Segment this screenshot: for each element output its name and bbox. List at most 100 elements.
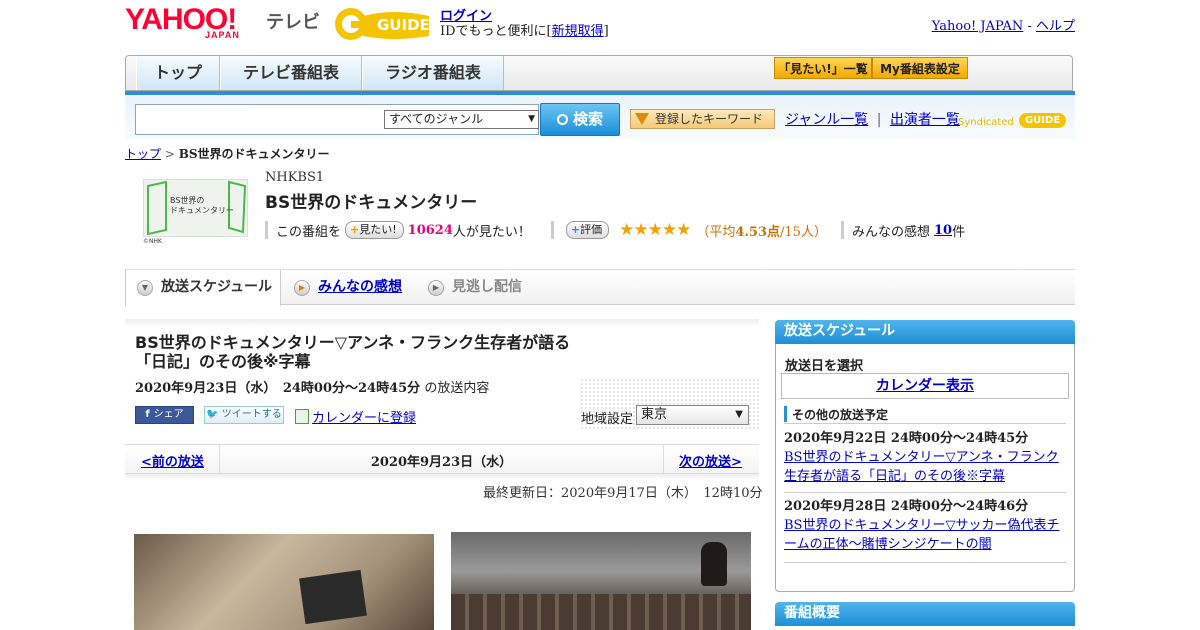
- search-icon: [556, 114, 568, 125]
- cast-list-link[interactable]: 出演者一覧: [890, 112, 960, 128]
- episode-photo-memorial: [451, 532, 751, 630]
- registered-keyword-button[interactable]: 登録したキーワード: [630, 109, 775, 129]
- genre-list-link[interactable]: ジャンル一覧: [785, 112, 868, 128]
- calendar-plus-icon: [295, 409, 309, 424]
- search-links-divider: |: [876, 112, 882, 128]
- yahoo-japan-sublogo: JAPAN: [205, 30, 240, 40]
- rating-count: /15人）: [780, 224, 827, 240]
- broadcast-navigator: <前の放送 2020年9月23日（水） 次の放送>: [125, 444, 759, 474]
- previous-broadcast-link[interactable]: <前の放送: [141, 451, 204, 470]
- airtime-suffix: の放送内容: [424, 381, 490, 396]
- current-broadcast-date: 2020年9月23日（水）: [370, 455, 513, 470]
- chevron-down-icon: ▼: [137, 280, 153, 296]
- breadcrumb-top-link[interactable]: トップ: [125, 147, 161, 161]
- calendar-display-button[interactable]: カレンダー表示: [781, 373, 1069, 399]
- id-prefix-text: IDでもっと便利に[: [440, 24, 552, 39]
- play-icon: ▶: [294, 280, 310, 296]
- impressions-suffix: 件: [952, 224, 966, 240]
- next-broadcast-link[interactable]: 次の放送>: [679, 451, 742, 470]
- impressions-prefix: みんなの感想: [851, 224, 930, 240]
- schedule-panel-header: 放送スケジュール: [775, 320, 1075, 344]
- signup-link[interactable]: 新規取得: [552, 24, 604, 39]
- region-select-value: 東京: [641, 407, 668, 422]
- mitai-prefix: この番組を: [276, 224, 342, 240]
- airtime-value: 2020年9月23日（水） 24時00分～24時45分: [135, 381, 421, 396]
- program-tabs: ▼ 放送スケジュール ▶ みんなの感想 ▶ 見逃し配信: [125, 269, 1075, 306]
- syndicated-text: Syndicated: [958, 117, 1014, 128]
- syndicated-gguide-badge: Syndicated GUIDE: [958, 113, 1067, 128]
- mitai-button[interactable]: +見たい!: [345, 221, 404, 239]
- link-dash: -: [1023, 19, 1036, 34]
- photo-strip-icon: [299, 569, 367, 625]
- thumbnail-credit: ©NHK: [143, 238, 162, 245]
- keyword-button-label: 登録したキーワード: [655, 112, 764, 126]
- tab-missed[interactable]: ▶ 見逃し配信: [417, 270, 547, 305]
- calendar-register-link: カレンダーに登録: [312, 411, 417, 426]
- episode-title-line1: BS世界のドキュメンタリー▽アンネ・フランク生存者が語る: [135, 333, 571, 352]
- id-suffix-text: ]: [603, 24, 609, 39]
- tab-missed-label: 見逃し配信: [452, 279, 522, 295]
- channel-name: NHKBS1: [265, 170, 325, 185]
- rating-button[interactable]: +評価: [565, 221, 610, 239]
- episode-airtime: 2020年9月23日（水） 24時00分～24時45分 の放送内容: [135, 377, 489, 396]
- triangle-down-icon: [635, 113, 649, 125]
- episode-title-line2: 「日記」のその後※字幕: [135, 352, 311, 371]
- tweet-label: ツイートする: [221, 409, 282, 420]
- mitai-list-button[interactable]: 「見たい!」一覧: [774, 57, 872, 79]
- region-select[interactable]: 東京 ▼: [636, 405, 749, 425]
- program-thumbnail: BS世界の ドキュメンタリー: [143, 179, 248, 237]
- mitai-suffix: 人が見たい！: [452, 224, 531, 240]
- schedule-item-datetime: 2020年9月28日 24時00分～24時46分: [784, 499, 1029, 514]
- tweet-button[interactable]: 🐦 ツイートする: [204, 406, 284, 424]
- calendar-register[interactable]: カレンダーに登録: [295, 407, 416, 426]
- search-button[interactable]: 検索: [540, 103, 620, 136]
- rating-button-label: 評価: [580, 223, 603, 236]
- global-nav: トップ テレビ番組表 ラジオ番組表 「見たい!」一覧 My番組表設定: [125, 55, 1073, 91]
- calendar-display-label: カレンダー表示: [876, 378, 974, 394]
- my-schedule-button[interactable]: My番組表設定: [872, 57, 968, 79]
- mitai-count: 10624: [407, 222, 453, 238]
- schedule-item: 2020年9月28日 24時00分～24時46分 BS世界のドキュメンタリー▽サ…: [784, 497, 1066, 554]
- impressions-count-link[interactable]: 10: [934, 223, 952, 238]
- rating-open: （平均: [696, 224, 736, 240]
- last-updated: 最終更新日：2020年9月17日（木） 12時10分: [483, 486, 763, 501]
- tab-impressions[interactable]: ▶ みんなの感想: [283, 270, 417, 305]
- nav-tab-tv-schedule[interactable]: テレビ番組表: [220, 56, 362, 90]
- program-info-line: この番組を +見たい! 10624 人が見たい！ +評価 ★★★★★ （平均 4.5…: [265, 220, 965, 240]
- episode-title: BS世界のドキュメンタリー▽アンネ・フランク生存者が語る 「日記」のその後※字幕: [135, 333, 585, 371]
- divider: [663, 445, 664, 473]
- help-link[interactable]: ヘルプ: [1036, 19, 1075, 34]
- schedule-item: 2020年9月22日 24時00分～24時45分 BS世界のドキュメンタリー▽ア…: [784, 429, 1066, 486]
- program-overview-header: 番組概要: [775, 602, 1075, 626]
- genre-select[interactable]: すべてのジャンル ▼: [384, 110, 539, 129]
- rating-average: 4.53点: [735, 224, 781, 240]
- top-right-links: Yahoo! JAPAN - ヘルプ: [932, 15, 1075, 34]
- program-title: BS世界のドキュメンタリー: [265, 193, 478, 213]
- nav-tab-radio-schedule[interactable]: ラジオ番組表: [362, 56, 504, 90]
- breadcrumb-current: BS世界のドキュメンタリー: [178, 147, 330, 161]
- nav-tab-top[interactable]: トップ: [136, 56, 220, 90]
- breadcrumb-sep: >: [161, 147, 179, 161]
- tab-schedule[interactable]: ▼ 放送スケジュール: [125, 270, 281, 306]
- gguide-logo[interactable]: GUIDE: [333, 6, 433, 42]
- schedule-item-title-link[interactable]: BS世界のドキュメンタリー▽アンネ・フランク生存者が語る「日記」のその後※字幕: [784, 448, 1066, 486]
- person-figure-graphic: [701, 542, 727, 586]
- facebook-icon: f: [145, 409, 150, 420]
- tab-impressions-label: みんなの感想: [318, 279, 402, 295]
- dropdown-arrow-icon: ▼: [528, 114, 535, 124]
- gguide-small-logo: GUIDE: [1018, 113, 1067, 128]
- facebook-share-label: シェア: [153, 409, 184, 420]
- mitai-button-label: 見たい!: [359, 223, 397, 236]
- yahoo-japan-link[interactable]: Yahoo! JAPAN: [932, 19, 1024, 34]
- schedule-item-title-link[interactable]: BS世界のドキュメンタリー▽サッカー偽代表チームの正体～賭博シンジケートの闇: [784, 516, 1066, 554]
- plus-icon: +: [350, 223, 360, 236]
- play-icon: ▶: [428, 280, 444, 296]
- navigator-shadow: [125, 474, 759, 480]
- tab-schedule-label: 放送スケジュール: [161, 279, 273, 295]
- divider: [784, 562, 1066, 563]
- facebook-share-button[interactable]: f シェア: [135, 406, 194, 424]
- episode-top-shade: [125, 319, 759, 327]
- separator: [840, 221, 844, 239]
- genre-select-value: すべてのジャンル: [389, 112, 484, 126]
- twitter-bird-icon: 🐦: [206, 409, 219, 420]
